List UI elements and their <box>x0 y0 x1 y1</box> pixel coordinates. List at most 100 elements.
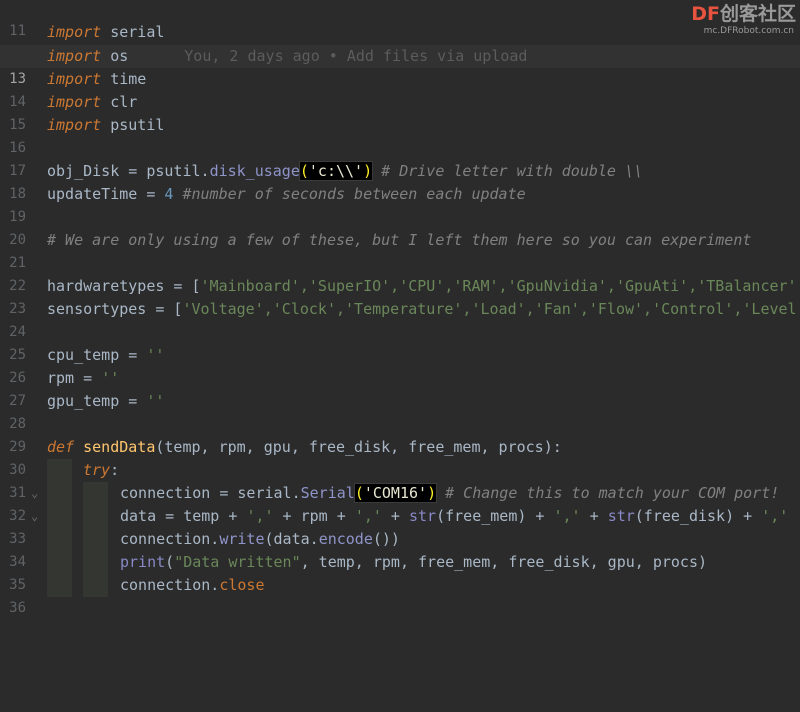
code-line-29[interactable]: 29 <box>0 413 800 455</box>
module-name: serial <box>101 23 165 41</box>
matched-brace-highlight: ('COM16') <box>353 483 438 503</box>
matched-brace-highlight: ('c:\\') <box>298 161 374 181</box>
string-literal: '' <box>101 369 120 387</box>
paren-open: ( <box>354 484 364 502</box>
builtin-str: str <box>607 507 635 525</box>
code-line-12[interactable]: 12 import serial <box>0 21 800 63</box>
string-literal: '' <box>146 346 165 364</box>
code-text: rpm = <box>47 369 102 387</box>
comment: # Drive letter with double \\ <box>372 162 644 180</box>
string-literal: ',' <box>553 507 581 525</box>
code-line-17[interactable]: 17 <box>0 137 800 179</box>
code-line-33[interactable]: 33 data = temp + ',' + rpm + ',' + str(f… <box>0 505 800 547</box>
function-params: (temp, rpm, gpu, free_disk, free_mem, pr… <box>155 438 562 456</box>
code-text: hardwaretypes = [ <box>47 277 201 295</box>
method-call: Serial <box>300 484 355 502</box>
code-line-19[interactable]: 19 updateTime = 4 #number of seconds bet… <box>0 183 800 225</box>
string-literal: '' <box>146 392 165 410</box>
indent-guide <box>47 551 72 574</box>
keyword-import: import <box>47 23 102 41</box>
code-line-27[interactable]: 27 rpm = '' <box>0 367 800 409</box>
string-list: 'Mainboard','SuperIO','CPU','RAM','GpuNv… <box>200 277 797 295</box>
builtin-str: str <box>409 507 437 525</box>
code-text: connection. <box>120 576 220 594</box>
code-line-36[interactable]: 36 connection.close <box>0 574 800 616</box>
string-literal: "Data written" <box>174 553 301 571</box>
method-call: write <box>219 530 265 548</box>
code-line-30[interactable]: 30 ⌄ def sendData(temp, rpm, gpu, free_d… <box>0 436 800 500</box>
indent-guide <box>83 574 108 597</box>
brand-cn-text: 创客社区 <box>719 3 796 25</box>
comment: # Change this to match your COM port! <box>436 484 780 502</box>
string-literal: ',' <box>354 507 382 525</box>
function-name: sendData <box>74 438 156 456</box>
code-text: + rpm + <box>273 507 355 525</box>
string-literal: ',' <box>761 507 789 525</box>
code-line-11[interactable]: 11 <box>0 0 800 39</box>
string-literal: 'c:\\' <box>308 162 364 180</box>
code-text: + <box>580 507 608 525</box>
code-text: (free_mem) + <box>436 507 554 525</box>
code-line-22[interactable]: 22 <box>0 252 800 294</box>
string-literal: 'COM16' <box>363 484 428 502</box>
code-text: ()) <box>372 530 400 548</box>
code-line-21[interactable]: 21 # We are only using a few of these, b… <box>0 229 800 271</box>
code-line-18[interactable]: 18 obj_Disk = psutil.disk_usage('c:\\') … <box>0 160 800 202</box>
code-line-13[interactable]: 13 import os You, 2 days ago • Add files … <box>0 45 800 87</box>
paren-open: ( <box>299 162 309 180</box>
code-line-25[interactable]: 25 <box>0 321 800 363</box>
code-line-15[interactable]: 15 import clr <box>0 91 800 133</box>
module-name: clr <box>101 93 138 111</box>
code-text: ( <box>165 553 175 571</box>
paren-close: ) <box>363 162 373 180</box>
code-text: connection = serial. <box>120 484 301 502</box>
keyword-import: import <box>47 93 102 111</box>
string-list: 'Voltage','Clock','Temperature','Load','… <box>182 300 800 318</box>
keyword-import: import <box>47 70 102 88</box>
keyword-try: try <box>83 461 111 479</box>
method-call: disk_usage <box>209 162 300 180</box>
method-call: close <box>219 576 265 594</box>
comment: #number of seconds between each update <box>173 185 526 203</box>
code-line-35[interactable]: 35 print("Data written", temp, rpm, free… <box>0 551 800 593</box>
code-line-31[interactable]: 31 ⌄ try: <box>0 459 800 523</box>
code-text: sensortypes = [ <box>47 300 183 318</box>
code-text: obj_Disk = psutil. <box>47 162 210 180</box>
indent-guide <box>47 505 72 528</box>
git-blame-annotation: You, 2 days ago • Add files via upload <box>184 47 528 65</box>
code-editor[interactable]: 11 12 import serial 13 import osYou, 2 d… <box>0 0 800 616</box>
code-line-24[interactable]: 24 sensortypes = ['Voltage','Clock','Tem… <box>0 298 800 340</box>
brand-prefix: DF <box>691 3 720 25</box>
code-line-14[interactable]: 14 import time <box>0 68 800 110</box>
keyword-import: import <box>47 47 102 65</box>
code-line-26[interactable]: 26 cpu_temp = '' <box>0 344 800 386</box>
keyword-def: def <box>47 438 75 456</box>
code-line-20[interactable]: 20 <box>0 206 800 248</box>
keyword-import: import <box>47 116 102 134</box>
code-text: (free_disk) + <box>634 507 762 525</box>
code-line-32[interactable]: 32 connection = serial.Serial('COM16') #… <box>0 482 800 524</box>
paren-close: ) <box>427 484 437 502</box>
code-text: connection. <box>120 530 220 548</box>
module-name: time <box>101 70 147 88</box>
code-line-28[interactable]: 28 gpu_temp = '' <box>0 390 800 432</box>
string-literal: ',' <box>246 507 274 525</box>
brand-url: mc.DFRobot.com.cn <box>703 26 794 36</box>
code-text: updateTime = <box>47 185 165 203</box>
builtin-print: print <box>120 553 166 571</box>
code-line-16[interactable]: 16 import psutil <box>0 114 800 156</box>
indent-guide <box>83 482 108 505</box>
code-text: (data. <box>264 530 319 548</box>
indent-guide <box>83 528 108 551</box>
indent-guide <box>47 574 72 597</box>
indent-guide <box>47 528 72 551</box>
method-call: encode <box>318 530 373 548</box>
comment: # We are only using a few of these, but … <box>47 231 752 249</box>
code-text: data = temp + <box>120 507 247 525</box>
code-text: gpu_temp = <box>47 392 147 410</box>
indent-guide <box>83 505 108 528</box>
module-name: psutil <box>101 116 165 134</box>
code-line-34[interactable]: 34 connection.write(data.encode()) <box>0 528 800 570</box>
indent-guide <box>47 482 72 505</box>
code-line-23[interactable]: 23 hardwaretypes = ['Mainboard','SuperIO… <box>0 275 800 317</box>
